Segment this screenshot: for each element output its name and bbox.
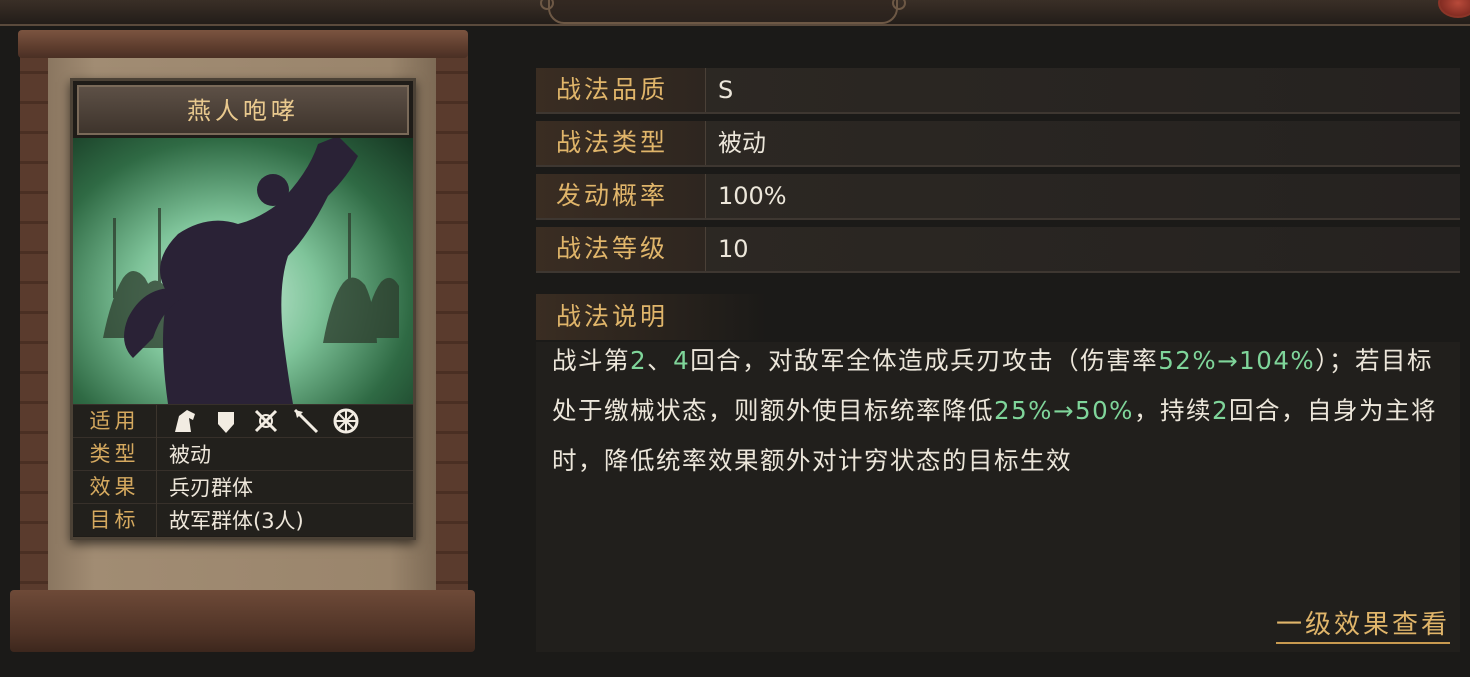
skill-card: 燕人咆哮 适用 类型 被动 效果 兵刃群体 目标 故军群体(3人) (70, 78, 416, 540)
stat-key: 战法类型 (536, 121, 706, 165)
stat-key: 战法品质 (536, 68, 706, 112)
spear-icon (291, 406, 321, 436)
skill-name: 燕人咆哮 (187, 97, 299, 125)
stat-key: 战法等级 (536, 227, 706, 271)
desc-highlight: 25%→50% (994, 396, 1134, 425)
stat-row-quality: 战法品质 S (536, 68, 1460, 114)
siege-icon (331, 406, 361, 436)
scroll-rod-bottom (10, 590, 475, 652)
desc-segment: ，持续 (1133, 396, 1212, 425)
desc-segment: 战斗第 (552, 346, 630, 375)
stat-value: S (718, 76, 734, 104)
info-row-type: 类型 被动 (73, 437, 413, 471)
ornament-icon (540, 0, 554, 10)
scroll-rod-top (18, 30, 468, 58)
stat-row-probability: 发动概率 100% (536, 174, 1460, 220)
desc-segment: 回合，对敌军全体造成兵刃攻击（伤害率 (690, 346, 1159, 375)
desc-highlight: 4 (673, 346, 691, 375)
description-heading: 战法说明 (536, 294, 766, 340)
warrior-silhouette-icon (103, 138, 399, 404)
desc-segment: 、 (647, 346, 674, 375)
info-value: 兵刃群体 (169, 476, 253, 500)
level-one-effect-link[interactable]: 一级效果查看 (1275, 608, 1450, 644)
stat-key: 发动概率 (536, 174, 706, 218)
cavalry-icon (171, 406, 201, 436)
info-row-target: 目标 故军群体(3人) (73, 503, 413, 537)
stat-row-type: 战法类型 被动 (536, 121, 1460, 167)
unit-type-icons (157, 406, 361, 436)
info-key: 类型 (73, 437, 157, 471)
skill-detail-panel: 战法品质 S 战法类型 被动 发动概率 100% 战法等级 10 战法说明 战斗… (536, 62, 1460, 652)
info-value: 故军群体(3人) (169, 509, 304, 533)
stat-value: 100% (718, 182, 787, 210)
skill-info-table: 适用 类型 被动 效果 兵刃群体 目标 故军群体(3人) (73, 404, 413, 537)
info-key: 适用 (73, 404, 157, 438)
info-value: 被动 (169, 443, 211, 467)
desc-highlight: 52%→104% (1158, 346, 1316, 375)
desc-highlight: 2 (1211, 396, 1230, 425)
skill-artwork (73, 138, 413, 404)
info-row-applicable: 适用 (73, 404, 413, 438)
card-title-bar: 燕人咆哮 (77, 85, 409, 135)
stat-value: 被动 (718, 129, 766, 157)
archer-icon (251, 406, 281, 436)
info-key: 目标 (73, 503, 157, 537)
stat-row-level: 战法等级 10 (536, 227, 1460, 273)
description-text: 战斗第2、4回合，对敌军全体造成兵刃攻击（伤害率52%→104%）；若目标处于缴… (552, 336, 1452, 486)
shield-icon (211, 406, 241, 436)
info-row-effect: 效果 兵刃群体 (73, 470, 413, 504)
window-title-plate (540, 0, 906, 24)
stat-value: 10 (718, 235, 749, 263)
desc-highlight: 2 (630, 346, 648, 375)
info-key: 效果 (73, 470, 157, 504)
